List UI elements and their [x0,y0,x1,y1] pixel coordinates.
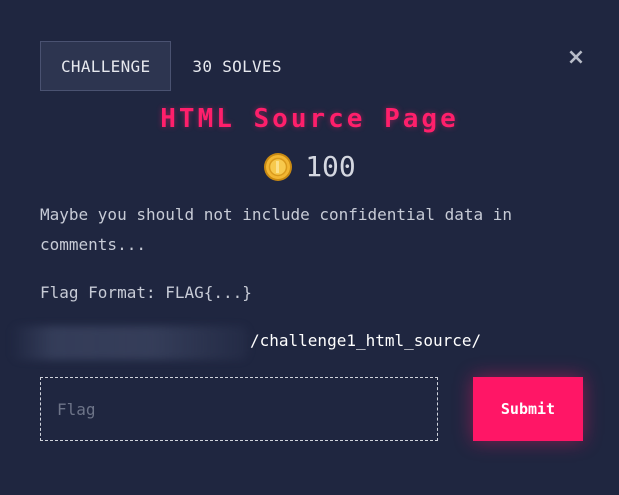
modal-tabs: CHALLENGE 30 SOLVES [40,40,303,92]
redacted-host [10,326,248,360]
submit-button[interactable]: Submit [473,377,583,441]
coin-icon [264,152,293,181]
challenge-modal: CHALLENGE 30 SOLVES × HTML Source Page 1… [0,0,619,495]
challenge-description: Maybe you should not include confidentia… [40,205,513,254]
tab-solves[interactable]: 30 SOLVES [171,41,302,91]
challenge-url: /challenge1_html_source/ [10,326,570,360]
challenge-title: HTML Source Page [160,104,459,134]
url-path[interactable]: /challenge1_html_source/ [250,331,481,350]
tab-challenge[interactable]: CHALLENGE [40,41,172,91]
points-value: 100 [305,150,356,183]
flag-input[interactable] [40,377,438,441]
close-icon[interactable]: × [566,47,586,69]
flag-format: Flag Format: FLAG{...} [40,283,252,302]
challenge-points: 100 [0,150,619,183]
